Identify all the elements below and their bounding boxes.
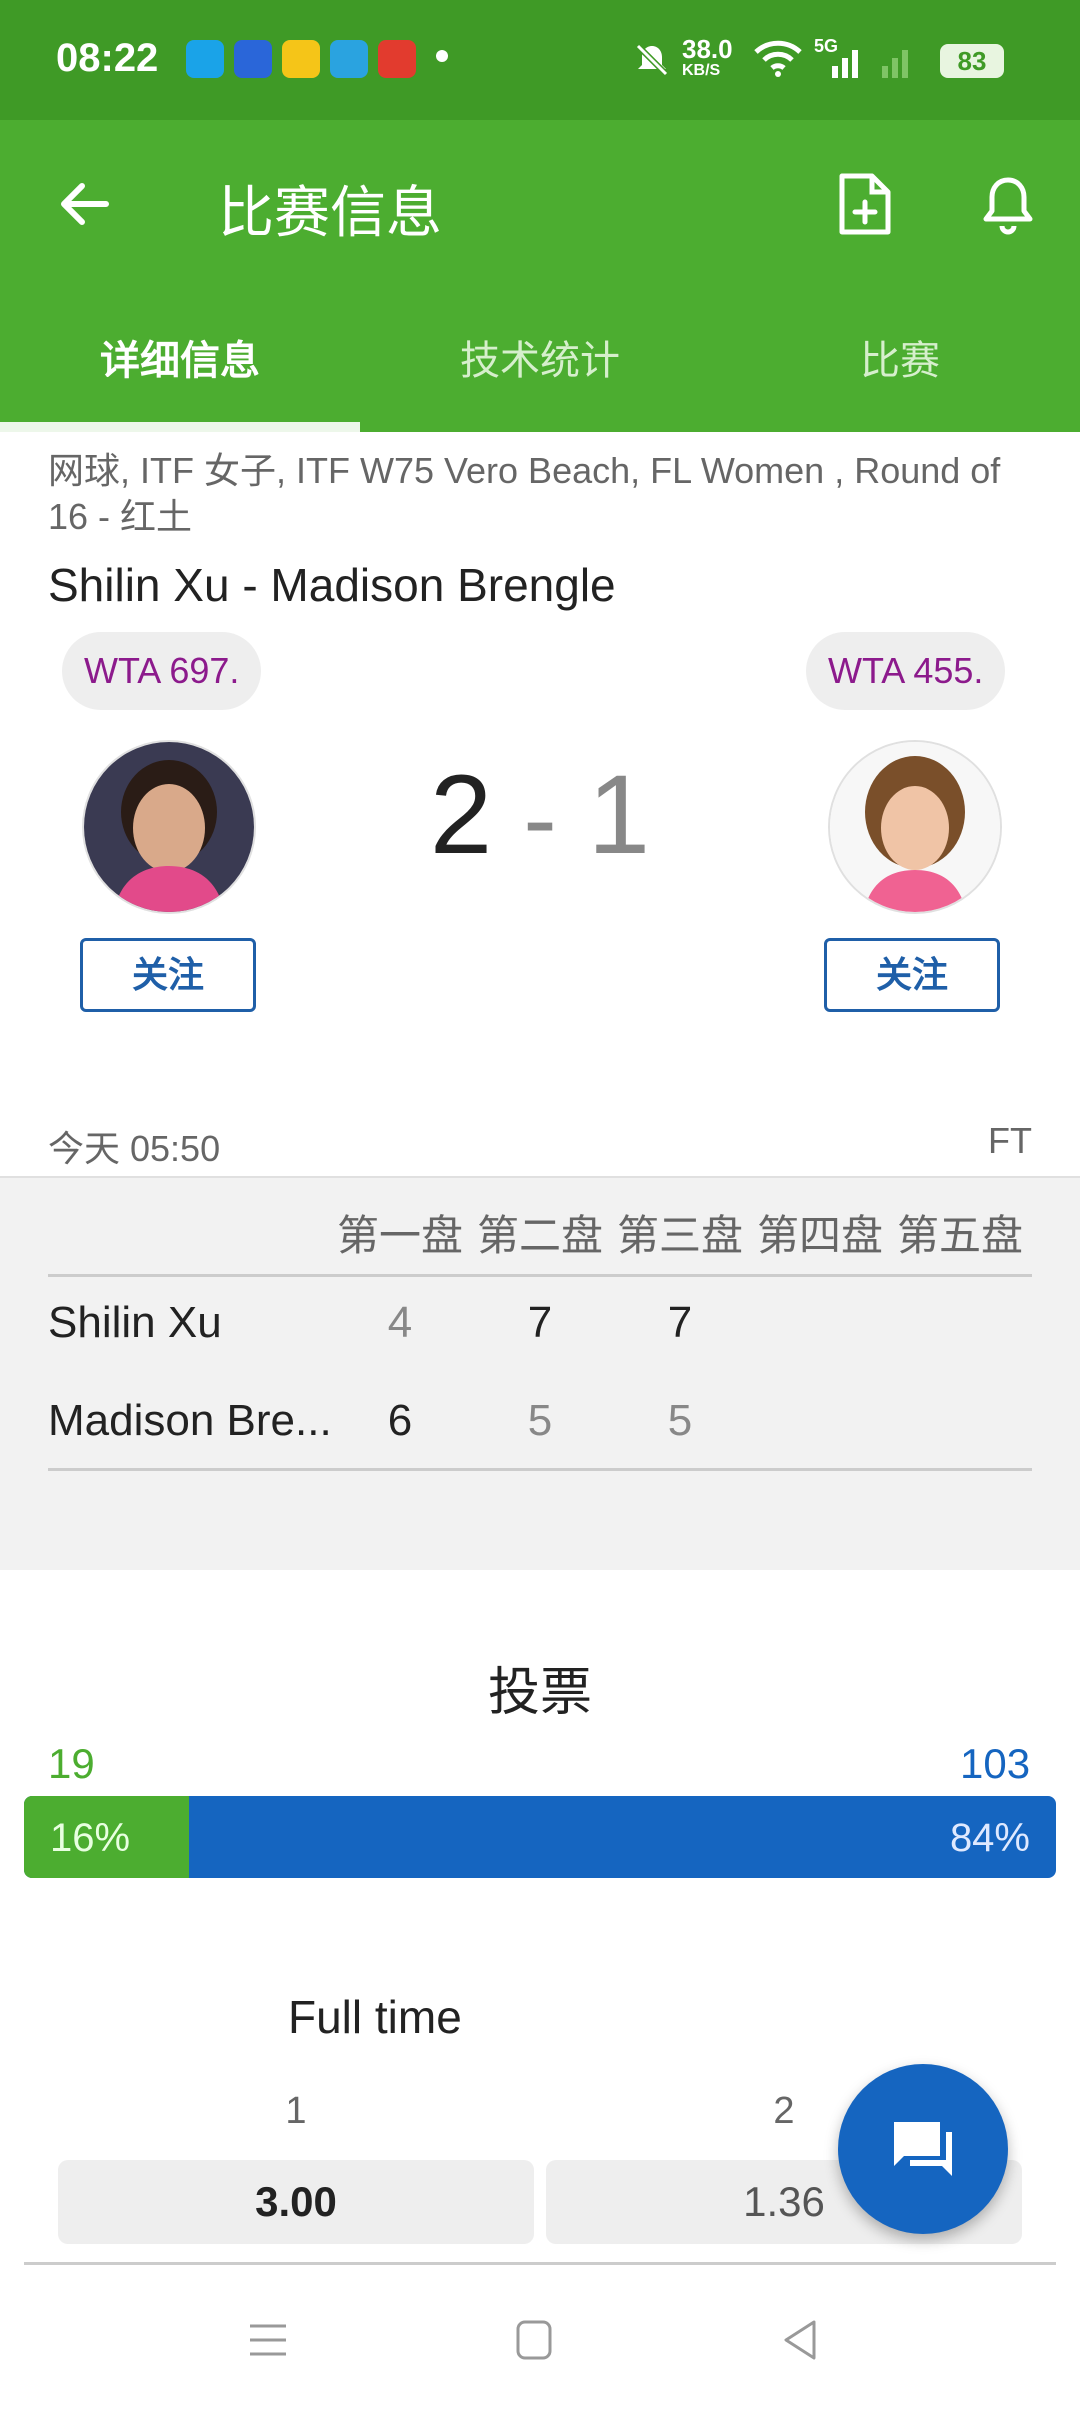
add-document-icon[interactable] [834,172,894,238]
set-score: 7 [667,1298,693,1347]
vote-bar[interactable]: 16% 84% [24,1796,1056,1878]
chat-icon [894,2122,952,2176]
home-player-rank[interactable]: WTA 697. [62,632,262,710]
set-header: 第四盘 [756,1212,883,1259]
tab-matches[interactable]: 比赛 [720,328,1080,386]
vote-away-count: 103 [960,1740,1031,1787]
follow-away-button[interactable]: 关注 [824,938,1000,1012]
notification-bell-icon[interactable] [978,172,1038,238]
home-icon[interactable] [514,2318,554,2362]
set-score: 4 [387,1298,413,1347]
divider [48,1274,1032,1277]
away-sets-won: 1 [587,752,651,877]
set-score: 5 [667,1396,693,1445]
set-score: 5 [527,1396,553,1445]
network-speed: 38.0 KB/S [682,34,733,79]
navigation-bar [0,2270,1080,2414]
set-row-away-name[interactable]: Madison Bre... [48,1396,332,1446]
match-title: Shilin Xu - Madison Brengle [48,559,616,611]
home-sets-won: 2 [429,752,493,877]
toutiao-icon [378,40,416,78]
status-bar: 08:22 38.0 KB/S 5G 83 [0,0,1080,120]
app-notification-icon [234,40,272,78]
follow-home-button[interactable]: 关注 [80,938,256,1012]
vote-away-percent: 84% [949,1816,1030,1860]
set-header: 第二盘 [476,1212,603,1259]
vote-home-count: 19 [48,1740,95,1787]
odds-header-home: 1 [285,2090,307,2132]
odds-title: Full time [288,1991,462,2043]
menu-icon[interactable] [246,2320,290,2360]
breadcrumb[interactable]: 网球, ITF 女子, ITF W75 Vero Beach, FL Women… [48,448,1028,540]
home-player-avatar[interactable] [82,740,256,914]
divider [24,2262,1056,2265]
set-header: 第五盘 [896,1212,1023,1259]
set-header: 第三盘 [616,1212,743,1259]
match-status: FT [988,1120,1032,1161]
tab-details[interactable]: 详细信息 [0,328,360,386]
vote-home-percent: 16% [50,1816,131,1860]
chat-button[interactable] [838,2064,1008,2234]
set-row-home-name[interactable]: Shilin Xu [48,1298,222,1348]
odds-home-button[interactable]: 3.00 [58,2160,534,2244]
set-header: 第一盘 [336,1212,463,1259]
back-icon[interactable] [780,2318,820,2362]
set-score: 7 [527,1298,553,1347]
clock: 08:22 [56,36,159,80]
wifi-icon [754,40,802,77]
away-player-rank[interactable]: WTA 455. [806,632,1006,710]
divider [48,1468,1032,1471]
page-title: 比赛信息 [218,181,442,244]
battery-indicator: 83 [940,44,1004,78]
weibo-icon [282,40,320,78]
votes-title: 投票 [487,1664,592,1722]
tab-statistics[interactable]: 技术统计 [360,328,720,386]
more-notifications-dot-icon [436,50,448,62]
signal-icon [832,50,908,78]
match-date: 今天 05:50 [48,1128,221,1169]
set-score: 6 [387,1396,413,1445]
away-player-avatar[interactable] [828,740,1002,914]
mute-icon [635,43,669,77]
telegram-icon [330,40,368,78]
app-notification-icon [186,40,224,78]
back-arrow-icon[interactable] [56,176,112,232]
score-separator: - [523,763,557,875]
active-tab-indicator [0,422,360,432]
match-score: 2 - 1 [380,750,700,879]
